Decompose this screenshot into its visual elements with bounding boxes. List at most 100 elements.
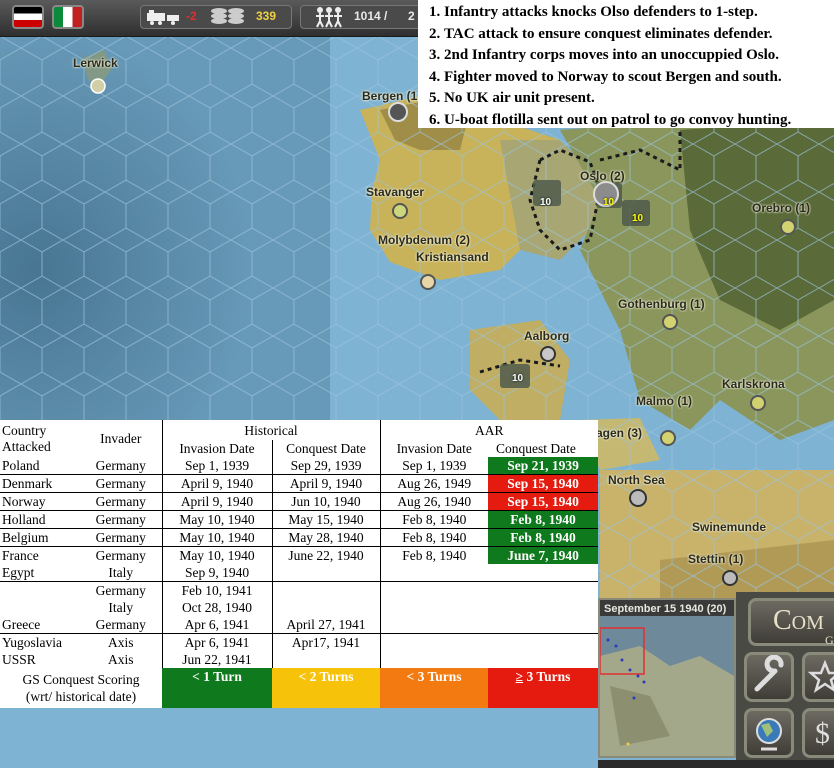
map-label-aalborg: Aalborg <box>524 329 570 343</box>
conquest-comparison-table: Country Attacked Invader Historical AAR … <box>0 420 599 708</box>
table-cell: May 15, 1940 <box>271 510 380 529</box>
table-cell: France <box>2 548 39 563</box>
header-invader: Invader <box>100 431 142 446</box>
production-dollar-button[interactable]: $ <box>802 708 834 758</box>
table-cell: Jun 22, 1941 <box>161 651 272 668</box>
conquest-badge-green: June 7, 1940 <box>488 546 599 564</box>
dollar-icon: $ <box>815 717 830 750</box>
conquest-badge-green: Sep 21, 1939 <box>488 457 599 475</box>
conquest-badge-red: Sep 15, 1940 <box>488 492 599 511</box>
map-label-swinemunde: Swinemunde <box>692 520 767 534</box>
map-label-bergen: Bergen (1) <box>362 89 422 103</box>
diplomacy-globe-button[interactable] <box>744 708 794 758</box>
map-label-stettin: Stettin (1) <box>688 552 744 566</box>
scoring-red: ≥ 3 Turns <box>488 668 599 708</box>
table-cell: Feb 8, 1940 <box>379 510 488 529</box>
map-label-gothenburg: Gothenburg (1) <box>618 297 705 311</box>
manpower-icon <box>316 7 342 28</box>
italy-flag-icon[interactable] <box>52 5 84 29</box>
table-cell: Germany <box>95 494 146 509</box>
wrench-icon <box>754 654 784 692</box>
table-cell: Oct 28, 1940 <box>161 599 272 616</box>
note-item: 2nd Infantry corps moves into an unoccup… <box>444 45 834 67</box>
note-item: Infantry attacks knocks Olso defenders t… <box>444 2 834 24</box>
table-cell: Germany <box>95 548 146 563</box>
header-country: Country Attacked <box>2 422 51 454</box>
table-cell: Sep 1, 1939 <box>161 457 272 475</box>
table-cell: Sep 1, 1939 <box>379 457 488 475</box>
minimap[interactable]: September 15 1940 (20) <box>598 598 736 758</box>
map-label-molybdenum: Molybdenum (2) <box>378 233 470 247</box>
table-cell: Sep 29, 1939 <box>271 457 380 475</box>
table-cell: June 22, 1940 <box>271 546 380 564</box>
map-label-lerwick: Lerwick <box>73 56 118 70</box>
scoring-label-line1: GS Conquest Scoring <box>22 672 140 687</box>
scoring-yellow: < 2 Turns <box>272 668 380 708</box>
map-label-orebro: Orebro (1) <box>752 201 811 215</box>
table-cell: Germany <box>95 617 146 632</box>
svg-text:$: $ <box>815 717 830 750</box>
manpower-value-cut: 2 <box>408 9 415 23</box>
scoring-green: < 1 Turn <box>162 668 272 708</box>
header-hist-conquest: Conquest Date <box>271 440 380 457</box>
star-icon <box>807 659 834 693</box>
table-cell: April 9, 1940 <box>271 474 380 493</box>
map-label-karlskrona: Karlskrona <box>722 377 785 391</box>
table-cell: Norway <box>2 494 46 509</box>
repair-wrench-button[interactable] <box>744 652 794 702</box>
map-label-stavanger: Stavanger <box>366 185 425 199</box>
turn-notes: Infantry attacks knocks Olso defenders t… <box>418 0 834 128</box>
table-cell: Feb 8, 1940 <box>379 546 488 564</box>
scoring-orange: < 3 Turns <box>380 668 488 708</box>
table-cell: Belgium <box>2 530 49 545</box>
mpp-value: 339 <box>256 9 277 23</box>
train-icon <box>147 10 179 25</box>
production-delta: -2 <box>186 9 197 23</box>
table-cell: Feb 10, 1941 <box>161 581 272 599</box>
header-aar-conquest: Conquest Date <box>496 441 576 456</box>
table-cell: Axis <box>107 652 134 667</box>
manpower-value: 1014 / <box>354 9 388 23</box>
minimap-image[interactable] <box>600 616 734 756</box>
scoring-label: GS Conquest Scoring (wrt/ historical dat… <box>0 668 162 708</box>
germany-flag-icon[interactable] <box>12 5 44 29</box>
globe-icon <box>756 718 782 751</box>
note-item: No UK air unit present. <box>444 88 834 110</box>
conquest-badge-red: Sep 15, 1940 <box>488 474 599 493</box>
command-panel: Com G $ <box>736 592 834 768</box>
favorites-star-button[interactable] <box>802 652 834 702</box>
table-cell: April 27, 1941 <box>271 616 380 634</box>
table-cell: Italy <box>108 565 134 580</box>
header-aar: AAR <box>379 420 599 440</box>
table-cell: Jun 10, 1940 <box>271 492 380 511</box>
header-aar-invasion: Invasion Date <box>379 440 488 457</box>
map-label-copenhagen: agen (3) <box>596 426 643 440</box>
command-title: Com <box>773 605 824 636</box>
table-cell: Denmark <box>2 476 53 491</box>
table-cell: Aug 26, 1949 <box>379 474 488 493</box>
turn-notes-list: Infantry attacks knocks Olso defenders t… <box>418 2 834 131</box>
table-cell: Germany <box>95 530 146 545</box>
note-item: TAC attack to ensure conquest eliminates… <box>444 24 834 46</box>
table-cell: USSR <box>2 652 36 667</box>
unit-strength: 10 <box>512 373 524 384</box>
map-label-kristiansand: Kristiansand <box>416 250 489 264</box>
map-label-north-sea: North Sea <box>608 473 665 487</box>
table-cell: Germany <box>95 458 146 473</box>
table-cell: May 10, 1940 <box>161 546 272 564</box>
note-item: Fighter moved to Norway to scout Bergen … <box>444 67 834 89</box>
table-cell: Apr 6, 1941 <box>161 616 272 634</box>
unit-strength: 10 <box>540 197 552 208</box>
mpp-coins-icon <box>211 8 244 24</box>
conquest-badge-green: Feb 8, 1940 <box>488 528 599 547</box>
table-cell: May 10, 1940 <box>161 528 272 547</box>
table-cell: Aug 26, 1940 <box>379 492 488 511</box>
map-label-oslo: Oslo (2) <box>580 169 625 183</box>
table-cell: Poland <box>2 458 40 473</box>
command-title-button[interactable]: Com G <box>748 598 834 647</box>
table-cell: Greece <box>2 617 41 632</box>
bottom-strip <box>598 760 834 768</box>
header-hist-invasion: Invasion Date <box>161 440 272 457</box>
table-cell: Sep 9, 1940 <box>161 564 272 582</box>
unit-strength: 10 <box>632 213 644 224</box>
